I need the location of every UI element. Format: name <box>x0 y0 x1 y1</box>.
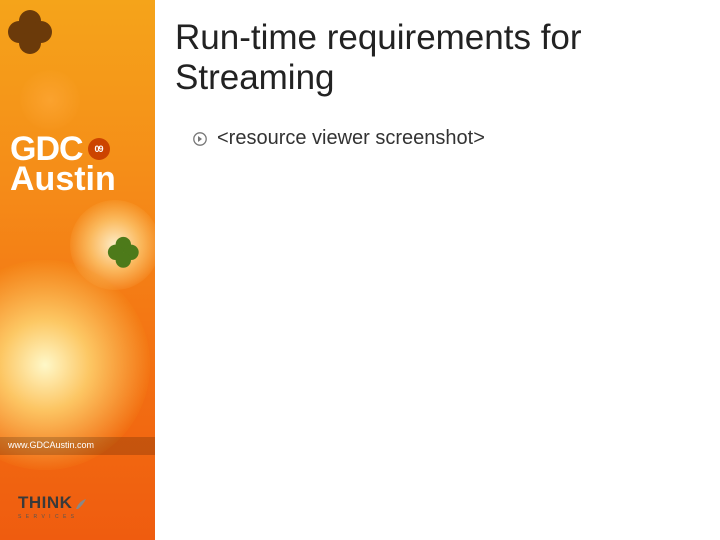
bullet-text: <resource viewer screenshot> <box>217 127 485 150</box>
sidebar: GDC 09 Austin www.GDCAustin.com THINK S … <box>0 0 155 540</box>
event-logo: GDC 09 Austin <box>10 135 116 194</box>
sponsor-logo: THINK S E R V I C E S <box>18 493 88 520</box>
slide-title: Run-time requirements for Streaming <box>175 18 690 99</box>
bullet-arrow-icon <box>193 132 207 146</box>
bullet-item: <resource viewer screenshot> <box>193 127 690 150</box>
sponsor-main-row: THINK <box>18 493 88 513</box>
slide-content: Run-time requirements for Streaming <res… <box>155 0 720 540</box>
year-badge: 09 <box>88 138 110 160</box>
decor-glow <box>20 70 80 130</box>
clover-icon <box>8 10 54 56</box>
sponsor-sub-label: S E R V I C E S <box>18 514 88 520</box>
sponsor-main-label: THINK <box>18 493 72 513</box>
event-url: www.GDCAustin.com <box>0 437 155 455</box>
slide-root: GDC 09 Austin www.GDCAustin.com THINK S … <box>0 0 720 540</box>
logo-city-label: Austin <box>10 164 116 195</box>
clover-icon <box>108 237 140 269</box>
leaf-icon <box>74 496 88 510</box>
